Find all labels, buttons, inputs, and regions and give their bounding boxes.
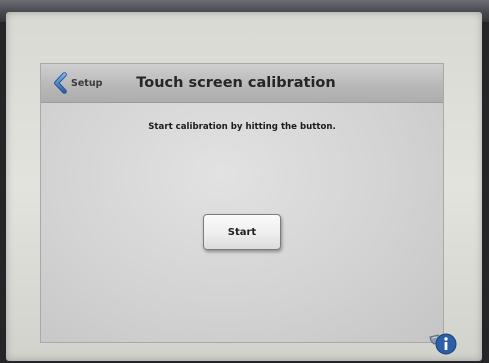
instruction-text: Start calibration by hitting the button. xyxy=(148,122,336,132)
start-button-label: Start xyxy=(227,226,257,238)
back-button-setup[interactable]: Setup xyxy=(53,70,102,96)
calibration-screen: Setup Touch screen calibration Start cal… xyxy=(40,63,444,343)
info-tools-icon[interactable] xyxy=(428,326,458,356)
start-button[interactable]: Start xyxy=(203,214,281,250)
monitor-frame: Setup Touch screen calibration Start cal… xyxy=(6,12,482,361)
chevron-left-icon xyxy=(53,72,67,94)
back-button-label: Setup xyxy=(71,77,103,89)
page-title: Touch screen calibration xyxy=(136,75,336,91)
screen-header: Setup Touch screen calibration xyxy=(41,64,443,103)
